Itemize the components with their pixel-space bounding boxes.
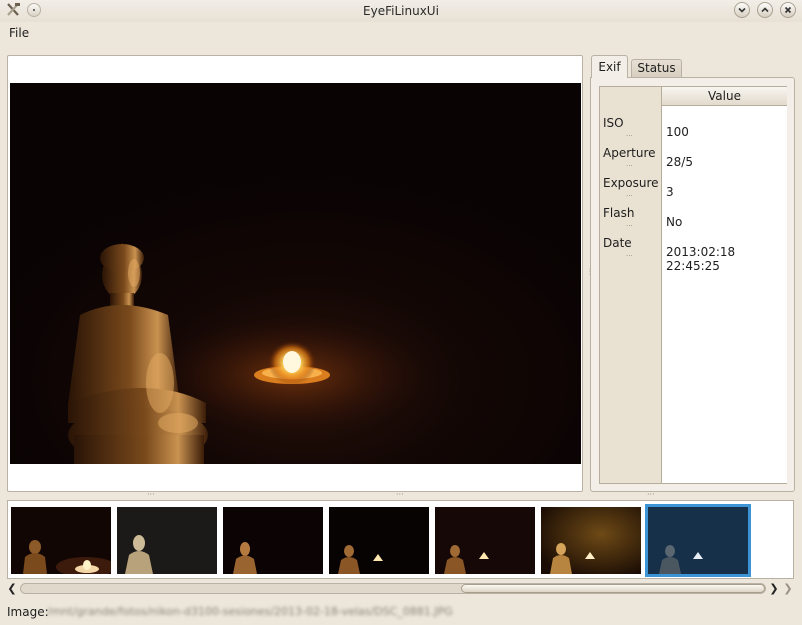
thumbnail[interactable] <box>11 507 111 574</box>
tab-exif[interactable]: Exif <box>591 55 628 78</box>
row-header-flash[interactable]: Flash <box>603 206 634 220</box>
status-label: Image: <box>7 605 49 619</box>
exif-value-date[interactable]: 2013:02:18 22:45:25 <box>666 245 787 273</box>
minimize-button[interactable] <box>734 2 750 18</box>
thumbnail[interactable] <box>541 507 641 574</box>
exif-table: Value 100 28/5 3 No 2013:02:18 22:45:25 … <box>599 86 787 484</box>
chevron-down-icon <box>738 7 746 13</box>
menu-file[interactable]: File <box>9 26 29 40</box>
row-resize-handle: ... <box>626 160 633 168</box>
status-image-path: /mnt/grande/fotos/nikon-d3100-sesiones/2… <box>47 605 453 618</box>
splitter-handle[interactable]: ··· <box>396 490 404 499</box>
row-resize-handle: ... <box>626 250 633 258</box>
exif-panel: Value 100 28/5 3 No 2013:02:18 22:45:25 … <box>590 77 795 492</box>
thumbnail[interactable] <box>223 507 323 574</box>
thumbnail-selected[interactable] <box>645 504 751 577</box>
main-photo <box>10 83 581 464</box>
window-title: EyeFiLinuxUi <box>363 4 439 18</box>
thumbnail[interactable] <box>329 507 429 574</box>
thumbnail[interactable] <box>435 507 535 574</box>
photo-buddha-candle <box>68 243 432 464</box>
close-icon <box>784 6 792 14</box>
row-header-exposure[interactable]: Exposure <box>603 176 659 190</box>
maximize-button[interactable] <box>757 2 773 18</box>
scroll-right-arrow-secondary[interactable]: ❯ <box>782 582 794 596</box>
title-bar[interactable]: EyeFiLinuxUi <box>0 0 802 22</box>
row-resize-handle: ... <box>626 130 633 138</box>
image-viewer <box>7 55 583 492</box>
scroll-left-arrow[interactable]: ❮ <box>6 582 18 596</box>
exif-value-cells: 100 28/5 3 No 2013:02:18 22:45:25 <box>661 106 787 483</box>
row-header-iso[interactable]: ISO <box>603 116 624 130</box>
exif-value-aperture[interactable]: 28/5 <box>666 155 693 169</box>
thumbnail[interactable] <box>117 507 217 574</box>
tab-status[interactable]: Status <box>631 59 682 77</box>
chevron-up-icon <box>761 7 769 13</box>
exif-value-exposure[interactable]: 3 <box>666 185 674 199</box>
exif-value-iso[interactable]: 100 <box>666 125 689 139</box>
row-resize-handle: ... <box>626 190 633 198</box>
scroll-right-arrow[interactable]: ❯ <box>768 582 780 596</box>
exif-value-flash[interactable]: No <box>666 215 682 229</box>
splitter-handle[interactable]: ··· <box>147 490 155 499</box>
row-header-aperture[interactable]: Aperture <box>603 146 656 160</box>
row-header-date[interactable]: Date <box>603 236 632 250</box>
close-button[interactable] <box>780 2 796 18</box>
column-header-value[interactable]: Value <box>661 87 787 106</box>
thumbnail-strip <box>7 500 794 579</box>
menu-bar: File <box>0 22 802 44</box>
horizontal-scrollbar[interactable] <box>20 583 766 594</box>
row-resize-handle: ... <box>626 220 633 228</box>
scrollbar-handle[interactable] <box>461 584 765 593</box>
